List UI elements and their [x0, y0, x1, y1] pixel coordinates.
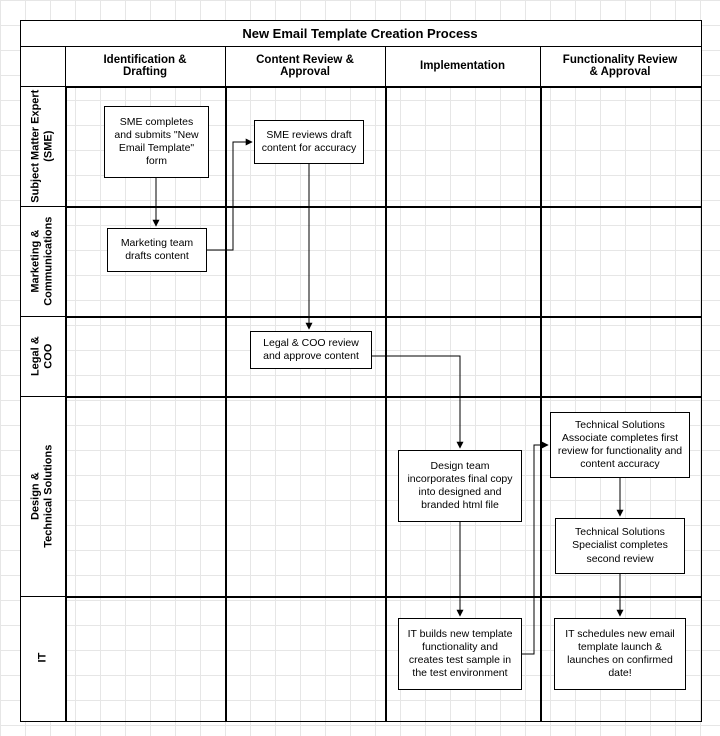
cell-r1-c4 — [540, 86, 702, 208]
diagram-title: New Email Template Creation Process — [20, 20, 700, 41]
cell-r2-c2 — [225, 206, 387, 318]
row-label-3: Legal & COO — [20, 316, 65, 396]
row-label-1: Subject Matter Expert (SME) — [20, 86, 65, 206]
col-header-4: Functionality Review & Approval — [540, 46, 700, 86]
box-sme-submit-form: SME completes and submits "New Email Tem… — [104, 106, 209, 178]
cell-r5-c1 — [65, 596, 227, 722]
box-marketing-drafts: Marketing team drafts content — [107, 228, 207, 272]
box-it-schedule-launch: IT schedules new email template launch &… — [554, 618, 686, 690]
box-sme-review: SME reviews draft content for accuracy — [254, 120, 364, 164]
box-design-team: Design team incorporates final copy into… — [398, 450, 522, 522]
cell-r4-c1 — [65, 396, 227, 598]
corner-cell — [20, 46, 67, 88]
row-label-4: Design & Technical Solutions — [20, 396, 65, 596]
cell-r4-c2 — [225, 396, 387, 598]
box-it-build: IT builds new template functionality and… — [398, 618, 522, 690]
row-label-2: Marketing & Communications — [20, 206, 65, 316]
cell-r2-c4 — [540, 206, 702, 318]
row-label-5: IT — [20, 596, 65, 720]
cell-r3-c3 — [385, 316, 542, 398]
box-legal-coo-review: Legal & COO review and approve content — [250, 331, 372, 369]
cell-r3-c1 — [65, 316, 227, 398]
cell-r5-c2 — [225, 596, 387, 722]
cell-r2-c3 — [385, 206, 542, 318]
col-header-3: Implementation — [385, 46, 540, 86]
cell-r1-c3 — [385, 86, 542, 208]
swimlane-diagram: New Email Template Creation Process Iden… — [0, 0, 720, 736]
col-header-1: Identification & Drafting — [65, 46, 225, 86]
col-header-2: Content Review & Approval — [225, 46, 385, 86]
cell-r3-c4 — [540, 316, 702, 398]
box-ts-specialist-review: Technical Solutions Specialist completes… — [555, 518, 685, 574]
box-ts-associate-review: Technical Solutions Associate completes … — [550, 412, 690, 478]
